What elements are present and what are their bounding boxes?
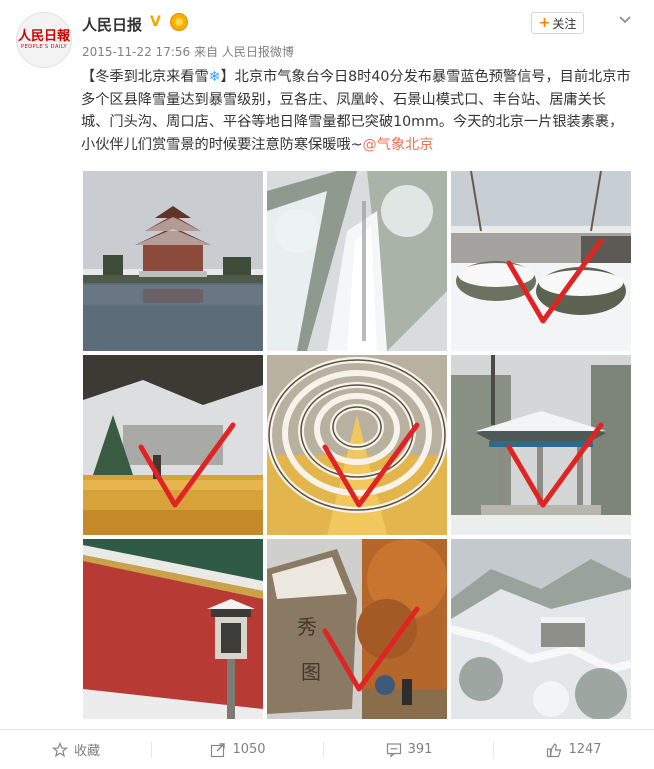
- post-meta: 2015-11-22 17:56 来自 人民日报微博: [82, 43, 294, 60]
- photo-red-wall-lantern[interactable]: [83, 539, 263, 719]
- member-medal-icon[interactable]: [170, 13, 188, 31]
- photo-snowy-great-wall[interactable]: [267, 171, 447, 351]
- repost-count: 1050: [232, 742, 266, 757]
- photo-snowy-garden[interactable]: [451, 171, 631, 351]
- photo-snowy-mountain-wall[interactable]: [451, 539, 631, 719]
- chevron-down-icon[interactable]: [618, 13, 632, 27]
- like-count: 1247: [568, 742, 602, 757]
- comment-count: 391: [407, 742, 433, 757]
- like-button[interactable]: 1247: [494, 730, 654, 769]
- account-avatar[interactable]: 人民日報 PEOPLE'S DAILY: [16, 12, 72, 68]
- post-source-link[interactable]: 人民日报微博: [222, 45, 294, 59]
- weibo-post: 人民日報 PEOPLE'S DAILY 人民日报 V 2015-11-22 17…: [0, 0, 654, 769]
- post-title: 【冬季到北京来看雪: [81, 69, 209, 85]
- photo-arched-trellis[interactable]: [267, 355, 447, 535]
- comment-button[interactable]: 391: [324, 730, 494, 769]
- photo-grid: 秀 图: [83, 171, 631, 719]
- verified-v-icon: V: [150, 14, 161, 30]
- thumbs-up-icon: [547, 742, 562, 757]
- account-name[interactable]: 人民日报: [82, 14, 142, 35]
- mention-link[interactable]: @气象北京: [362, 137, 433, 153]
- avatar-logo-text: 人民日報: [17, 29, 70, 44]
- svg-text:秀: 秀: [297, 615, 317, 639]
- svg-text:图: 图: [301, 660, 321, 684]
- photo-ginkgo-leaves[interactable]: [83, 355, 263, 535]
- follow-label: 关注: [552, 16, 577, 31]
- favorite-button[interactable]: 收藏: [0, 730, 152, 769]
- repost-button[interactable]: 1050: [152, 730, 324, 769]
- post-timestamp[interactable]: 2015-11-22 17:56: [82, 45, 190, 59]
- favorite-label: 收藏: [73, 744, 100, 759]
- post-text: 【冬季到北京来看雪❄】北京市气象台今日8时40分发布暴雪蓝色预警信号，目前北京市…: [81, 66, 633, 156]
- follow-button[interactable]: + 关注: [531, 12, 584, 34]
- star-icon: [51, 741, 68, 757]
- repost-icon: [211, 742, 226, 757]
- photo-inscribed-rock[interactable]: 秀 图: [267, 539, 447, 719]
- photo-corner-tower[interactable]: [83, 171, 263, 351]
- avatar-logo-subtext: PEOPLE'S DAILY: [20, 44, 68, 50]
- snowflake-icon: ❄: [208, 69, 221, 85]
- source-prefix: 来自: [193, 45, 218, 59]
- post-title-end: 】: [220, 69, 235, 85]
- comment-icon: [386, 742, 401, 758]
- plus-icon: +: [538, 15, 551, 31]
- photo-pavilion[interactable]: [451, 355, 631, 535]
